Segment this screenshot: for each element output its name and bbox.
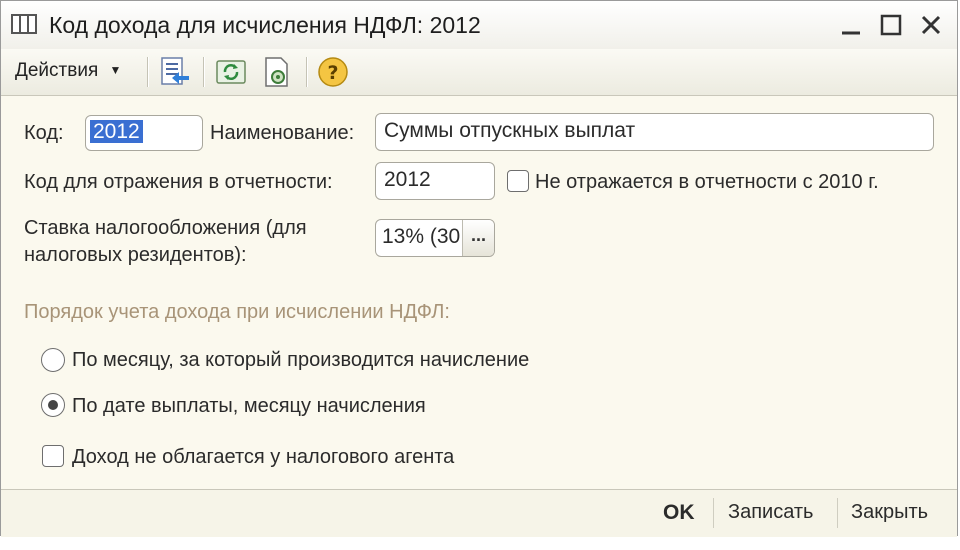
actions-menu-label: Действия	[15, 60, 99, 81]
ok-button[interactable]: OK	[663, 501, 695, 525]
title-bar: Код дохода для исчисления НДФЛ: 2012	[1, 1, 957, 50]
rate-label-line1: Ставка налогообложения (для	[24, 217, 307, 239]
toolbar-separator	[147, 57, 149, 87]
footer-separator	[713, 498, 714, 528]
not-reported-checkbox[interactable]	[507, 170, 529, 192]
footer-bar: OK Записать Закрыть	[1, 489, 957, 537]
close-icon[interactable]	[915, 9, 947, 41]
toolbar-separator	[203, 57, 205, 87]
name-input[interactable]: Суммы отпускных выплат	[375, 113, 934, 151]
code-input[interactable]: 2012	[85, 115, 203, 151]
not-taxed-label: Доход не облагается у налогового агента	[72, 446, 455, 468]
svg-text:?: ?	[327, 62, 338, 84]
dialog-window: Код дохода для исчисления НДФЛ: 2012 Дей…	[0, 0, 958, 537]
report-code-input[interactable]: 2012	[375, 162, 495, 200]
radio-by-month-label: По месяцу, за который производится начис…	[72, 349, 530, 371]
rate-label-line2: налоговых резидентов):	[24, 244, 247, 266]
window-title: Код дохода для исчисления НДФЛ: 2012	[49, 12, 481, 38]
name-label: Наименование:	[210, 122, 355, 144]
help-icon[interactable]: ?	[317, 56, 349, 88]
rate-select-button[interactable]: ...	[462, 220, 494, 256]
actions-menu-button[interactable]: Действия ▼	[15, 60, 121, 82]
maximize-icon[interactable]	[875, 9, 907, 41]
code-label: Код:	[24, 122, 64, 144]
toolbar-separator	[306, 57, 308, 87]
report-code-label: Код для отражения в отчетности:	[24, 171, 333, 193]
rate-value: 13% (30	[382, 225, 461, 248]
radio-by-payment-date[interactable]	[41, 393, 65, 417]
radio-by-payment-date-label: По дате выплаты, месяцу начисления	[72, 395, 426, 417]
order-section-title: Порядок учета дохода при исчислении НДФЛ…	[24, 301, 450, 323]
refresh-icon[interactable]	[215, 56, 247, 88]
footer-separator	[837, 498, 838, 528]
rate-input[interactable]: 13% (30 ...	[375, 219, 495, 257]
toolbar: Действия ▼ ?	[1, 49, 957, 96]
list-arrow-icon[interactable]	[159, 56, 191, 88]
not-reported-label: Не отражается в отчетности с 2010 г.	[535, 171, 879, 193]
code-value: 2012	[90, 120, 143, 143]
radio-by-month[interactable]	[41, 348, 65, 372]
dropdown-arrow-icon: ▼	[109, 63, 122, 77]
not-taxed-checkbox[interactable]	[42, 445, 64, 467]
table-icon	[11, 14, 37, 34]
settings-doc-icon[interactable]	[261, 56, 293, 88]
save-button[interactable]: Записать	[728, 501, 813, 524]
minimize-icon[interactable]	[835, 9, 867, 41]
close-button[interactable]: Закрыть	[851, 501, 928, 524]
